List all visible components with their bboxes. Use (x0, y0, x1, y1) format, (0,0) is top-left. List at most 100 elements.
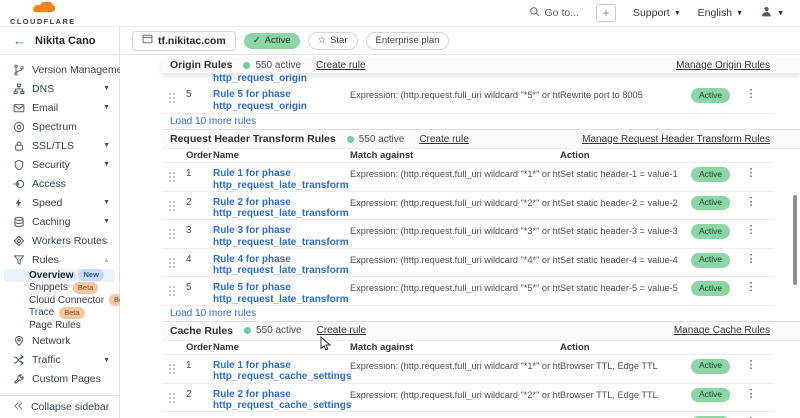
section-title: Request Header Transform Rules (170, 133, 336, 145)
load-more-transform-rules[interactable]: Load 10 more rules (162, 306, 800, 322)
section-title: Origin Rules (170, 59, 232, 71)
rule-match-expression: Expression: (http.request.full_uri wildc… (350, 254, 560, 265)
star-zone-button[interactable]: ☆ Star (308, 32, 358, 50)
column-action: Action (560, 150, 691, 161)
collapse-sidebar-button[interactable]: Collapse sidebar (0, 395, 119, 418)
sidebar-item-security[interactable]: Security ▼ (0, 155, 119, 174)
back-arrow-icon[interactable]: ← (13, 33, 26, 48)
dns-icon (12, 82, 25, 95)
cloudflare-logo[interactable]: CLOUDFLARE (10, 1, 76, 26)
rule-name-line1: Rule 3 for phase (213, 225, 291, 236)
drag-handle[interactable] (168, 389, 178, 409)
sidebar-item-rules-trace[interactable]: Trace Beta (4, 307, 115, 320)
global-search[interactable]: Go to... (529, 6, 579, 20)
rule-name-link[interactable]: http_request_origin (213, 74, 307, 84)
rule-order: 5 (186, 282, 213, 293)
sidebar-item-label: Workers Routes (32, 235, 110, 247)
sidebar-item-rules-overview[interactable]: Overview New (4, 269, 115, 282)
zone-name: tf.nikitac.com (158, 35, 226, 47)
kebab-menu-icon[interactable]: ⋮ (741, 282, 761, 292)
drag-handle[interactable] (168, 89, 178, 109)
add-site-button[interactable]: + (596, 4, 616, 22)
rule-match-expression: Expression: (http.request.full_uri wildc… (350, 282, 560, 293)
sidebar-navigation: Version Management DNS ▼ Email ▼ Spectru… (0, 55, 120, 418)
kebab-menu-icon[interactable]: ⋮ (741, 360, 761, 370)
sidebar-item-spectrum[interactable]: Spectrum (0, 117, 119, 136)
funnel-icon (12, 253, 25, 266)
rules-overview-content: Origin Rules 550 active Create rule Mana… (120, 55, 800, 418)
kebab-menu-icon[interactable]: ⋮ (741, 254, 761, 264)
sidebar-item-rules-snippets[interactable]: Snippets Beta (4, 282, 115, 295)
manage-origin-rules-link[interactable]: Manage Origin Rules (676, 60, 770, 71)
rule-name-link[interactable]: Rule 5 for phasehttp_request_origin (213, 89, 350, 112)
kebab-menu-icon[interactable]: ⋮ (741, 389, 761, 399)
sidebar-item-rules-cloud-connector[interactable]: Cloud Connector Beta (4, 294, 115, 307)
drag-handle[interactable] (168, 168, 178, 188)
drag-handle[interactable] (168, 197, 178, 217)
star-icon: ☆ (318, 35, 327, 46)
beta-badge: Beta (59, 307, 84, 319)
sidebar-item-ssl-tls[interactable]: SSL/TLS ▼ (0, 136, 119, 155)
lightning-icon (12, 196, 25, 209)
sidebar-item-custom-pages[interactable]: Custom Pages (0, 370, 119, 389)
rule-match-expression: Expression: (http.request.full_uri wildc… (350, 225, 560, 236)
rule-name-link[interactable]: Rule 3 for phasehttp_request_late_transf… (213, 225, 350, 248)
beta-badge: Beta (73, 282, 98, 294)
plus-icon: + (602, 7, 609, 19)
rule-name-link[interactable]: Rule 2 for phasehttp_request_cache_setti… (213, 389, 350, 412)
sidebar-item-traffic[interactable]: Traffic ▼ (0, 351, 119, 370)
sidebar-item-rules-page-rules[interactable]: Page Rules (4, 319, 115, 332)
rule-match-expression: Expression: (http.request.full_uri wildc… (350, 389, 560, 400)
status-badge: Active (691, 167, 730, 182)
kebab-menu-icon[interactable]: ⋮ (741, 225, 761, 235)
status-badge: Active (691, 388, 730, 403)
rule-name-link[interactable]: Rule 4 for phasehttp_request_late_transf… (213, 254, 350, 277)
user-menu[interactable]: ▼ (760, 5, 784, 21)
sidebar-item-access[interactable]: Access (0, 174, 119, 193)
drag-handle[interactable] (168, 360, 178, 380)
status-badge: Active (691, 281, 730, 296)
rule-action: Rewrite port to 8005 (560, 89, 691, 100)
drag-handle[interactable] (168, 282, 178, 302)
sidebar-item-workers-routes[interactable]: Workers Routes (0, 231, 119, 250)
column-match-against: Match against (350, 342, 560, 353)
rule-name-link[interactable]: Rule 1 for phasehttp_request_late_transf… (213, 168, 350, 191)
drag-handle[interactable] (168, 225, 178, 245)
rule-name-line2: http_request_late_transform (213, 294, 349, 305)
sidebar-item-network[interactable]: Network (0, 332, 119, 351)
manage-request-header-transform-rules-link[interactable]: Manage Request Header Transform Rules (582, 134, 770, 145)
sidebar-item-dns[interactable]: DNS ▼ (0, 79, 119, 98)
kebab-menu-icon[interactable]: ⋮ (741, 89, 761, 99)
sidebar-item-speed[interactable]: Speed ▼ (0, 193, 119, 212)
transform-rule-row-5: 5 Rule 5 for phasehttp_request_late_tran… (162, 277, 774, 306)
rule-name-link[interactable]: Rule 5 for phasehttp_request_late_transf… (213, 282, 350, 305)
vertical-scrollbar[interactable] (793, 195, 797, 285)
active-dot (244, 327, 251, 334)
support-menu[interactable]: Support ▼ (633, 7, 681, 19)
sub-item-label: Page Rules (29, 320, 81, 331)
email-icon (12, 101, 25, 114)
new-badge: New (78, 269, 103, 281)
chevron-down-icon: ▼ (777, 10, 784, 17)
kebab-menu-icon[interactable]: ⋮ (741, 168, 761, 178)
create-rule-link[interactable]: Create rule (316, 60, 365, 71)
account-header: ← Nikita Cano (0, 27, 120, 54)
rule-name-link[interactable]: Rule 2 for phasehttp_request_late_transf… (213, 197, 350, 220)
sidebar-item-version-management[interactable]: Version Management (0, 60, 119, 79)
manage-cache-rules-link[interactable]: Manage Cache Rules (674, 325, 770, 336)
sidebar-item-caching[interactable]: Caching ▼ (0, 212, 119, 231)
origin-rules-header: Origin Rules 550 active Create rule Mana… (162, 57, 800, 74)
rule-name-line2: http_request_late_transform (213, 265, 349, 276)
sidebar-item-rules[interactable]: Rules ▼ (0, 250, 119, 269)
create-rule-link[interactable]: Create rule (419, 134, 468, 145)
chevron-down-icon: ▼ (103, 161, 110, 168)
zone-selector[interactable]: tf.nikitac.com (132, 31, 236, 51)
rule-name-link[interactable]: Rule 1 for phasehttp_request_cache_setti… (213, 360, 350, 383)
kebab-menu-icon[interactable]: ⋮ (741, 197, 761, 207)
language-menu[interactable]: English ▼ (698, 7, 743, 19)
drag-handle[interactable] (168, 254, 178, 274)
load-more-origin-rules[interactable]: Load 10 more rules (162, 114, 800, 130)
status-badge: Active (691, 88, 730, 103)
sidebar-item-email[interactable]: Email ▼ (0, 98, 119, 117)
create-rule-link[interactable]: Create rule (317, 325, 366, 336)
